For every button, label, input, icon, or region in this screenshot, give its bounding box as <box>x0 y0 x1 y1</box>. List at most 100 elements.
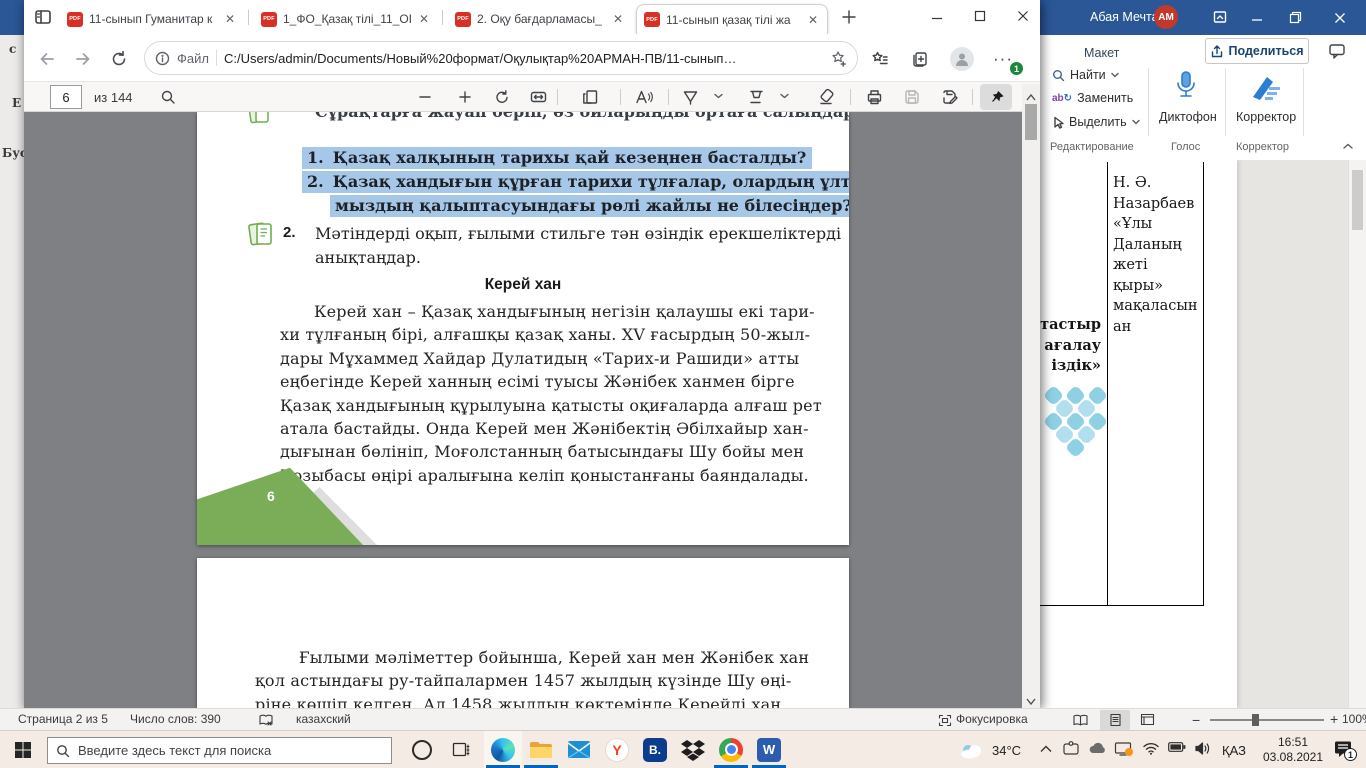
replace-button[interactable]: ab↻ Заменить <box>1052 91 1133 105</box>
pdf-page-1[interactable]: Сұрақтарға жауап беріп, өз ойларыңды орт… <box>197 112 849 545</box>
tray-cast-icon[interactable] <box>1114 741 1133 756</box>
print-layout-icon[interactable] <box>1100 710 1130 730</box>
tab-4-active[interactable]: PDF 11-сынып қазақ тілі жа ✕ <box>636 4 828 34</box>
editor-label[interactable]: Корректор <box>1236 110 1296 124</box>
word-close-button[interactable] <box>1321 0 1359 35</box>
tray-onedrive-icon[interactable] <box>1088 741 1107 755</box>
taskbar-explorer[interactable] <box>522 731 560 768</box>
highlight-icon[interactable] <box>742 84 770 110</box>
read-mode-icon[interactable] <box>1072 713 1089 727</box>
tab-close-icon[interactable]: ✕ <box>417 12 431 26</box>
tray-clock[interactable]: 16:51 03.08.2021 <box>1258 735 1328 765</box>
word-account-name[interactable]: Абая Мечта <box>1090 10 1159 24</box>
zoom-in-icon[interactable] <box>451 84 479 110</box>
tab-close-icon[interactable]: ✕ <box>806 13 820 27</box>
status-page[interactable]: Страница 2 из 5 <box>18 712 108 726</box>
tab-1[interactable]: PDF 11-сынып Гуманитар к ✕ <box>60 4 244 34</box>
draw-caret-icon[interactable] <box>714 93 723 99</box>
taskbar-search-input[interactable] <box>47 737 392 764</box>
save-icon[interactable] <box>898 84 926 110</box>
tray-language[interactable]: ҚАЗ <box>1222 743 1246 758</box>
refresh-icon[interactable] <box>106 46 132 72</box>
taskbar-word[interactable]: W <box>750 731 788 768</box>
find-button[interactable]: Найти <box>1052 68 1119 82</box>
comment-icon[interactable] <box>1328 42 1346 60</box>
tab-2[interactable]: PDF 1_ФО_Қазақ тілі_11_ОГ ✕ <box>254 4 438 34</box>
zoom-in-control[interactable]: + <box>1330 711 1338 727</box>
zoom-out-icon[interactable] <box>411 84 439 110</box>
dictate-icon[interactable] <box>1171 69 1201 112</box>
tray-wifi-icon[interactable] <box>1142 741 1160 755</box>
tray-temperature[interactable]: 34°C <box>992 743 1021 758</box>
word-scrollbar-thumb[interactable] <box>1352 170 1363 230</box>
save-as-icon[interactable] <box>936 84 964 110</box>
taskbar-yandex[interactable]: Y <box>598 731 636 768</box>
select-button[interactable]: Выделить <box>1052 115 1140 129</box>
weather-icon[interactable] <box>958 741 986 759</box>
pdf-scrollbar[interactable] <box>1022 84 1040 708</box>
rotate-icon[interactable] <box>488 84 516 110</box>
print-icon[interactable] <box>860 84 888 110</box>
browser-close-button[interactable] <box>1003 0 1043 32</box>
collections-icon[interactable] <box>907 46 933 72</box>
taskbar-chrome[interactable] <box>712 731 750 768</box>
dictate-label[interactable]: Диктофон <box>1159 110 1217 124</box>
taskbar-mail[interactable] <box>560 731 598 768</box>
status-word-count[interactable]: Число слов: 390 <box>130 712 221 726</box>
browser-maximize-button[interactable] <box>960 0 1000 32</box>
add-favorite-icon[interactable] <box>830 50 847 67</box>
word-scrollbar[interactable] <box>1348 160 1366 708</box>
ribbon-display-options-icon[interactable] <box>1212 9 1228 25</box>
tab-close-icon[interactable]: ✕ <box>611 12 625 26</box>
back-icon[interactable] <box>34 46 60 72</box>
status-focus[interactable]: Фокусировка <box>956 712 1028 726</box>
url-field[interactable]: Файл C:/Users/admin/Documents/Новый%20фо… <box>144 41 858 75</box>
page-view-icon[interactable] <box>576 84 604 110</box>
forward-icon[interactable] <box>70 46 96 72</box>
focus-icon[interactable] <box>938 714 952 727</box>
share-button[interactable]: Поделиться <box>1205 38 1309 64</box>
pdf-page-input[interactable]: 6 <box>50 85 82 109</box>
erase-icon[interactable] <box>812 84 840 110</box>
pdf-search-icon[interactable] <box>154 84 182 110</box>
word-minimize-button[interactable] <box>1241 0 1273 35</box>
tab-3[interactable]: PDF 2. Оқу бағдарламасы_ ✕ <box>448 4 632 34</box>
tab-close-icon[interactable]: ✕ <box>223 12 237 26</box>
highlight-caret-icon[interactable] <box>780 93 789 99</box>
read-aloud-icon[interactable] <box>630 84 658 110</box>
table-cell-source[interactable]: Н. Ә. Назарбаев «Ұлы Даланың жеті қыры» мақ… <box>1113 173 1199 337</box>
cortana-icon[interactable] <box>412 740 432 760</box>
vertical-tabs-icon[interactable] <box>34 8 52 26</box>
web-layout-icon[interactable] <box>1140 713 1155 726</box>
avatar[interactable]: AM <box>1154 5 1178 29</box>
favorites-hub-icon[interactable] <box>867 46 893 72</box>
fit-width-icon[interactable] <box>524 84 552 110</box>
status-language[interactable]: казахский <box>296 712 351 726</box>
word-titlebar[interactable]: Абая Мечта AM <box>1040 0 1366 35</box>
tray-tablet-icon[interactable] <box>1062 741 1080 757</box>
pin-toolbar-button[interactable] <box>980 84 1012 110</box>
new-tab-icon[interactable] <box>840 8 858 26</box>
task-view-icon[interactable] <box>452 741 470 758</box>
action-center-icon[interactable]: 1 <box>1334 740 1357 761</box>
pdf-page-2[interactable]: Ғылыми мәліметтер бойынша, Керей хан мен… <box>197 558 849 708</box>
taskbar-booking[interactable]: B. <box>636 731 674 768</box>
word-restore-button[interactable] <box>1279 0 1311 35</box>
taskbar-edge[interactable] <box>484 731 522 768</box>
zoom-slider-thumb[interactable] <box>1252 714 1259 726</box>
zoom-percentage[interactable]: 100% <box>1342 712 1366 726</box>
ribbon-tab-layout[interactable]: Макет <box>1084 46 1119 60</box>
tray-battery-icon[interactable] <box>1168 741 1186 753</box>
zoom-out-control[interactable]: − <box>1192 712 1200 728</box>
taskbar-dropbox[interactable] <box>674 731 712 768</box>
browser-minimize-button[interactable] <box>917 0 957 32</box>
profile-avatar[interactable] <box>950 47 974 71</box>
editor-icon[interactable] <box>1249 71 1283 110</box>
table-cell-task[interactable]: тастыр ағалау іздік» <box>1040 315 1101 377</box>
draw-icon[interactable] <box>676 84 704 110</box>
start-button[interactable] <box>14 741 32 764</box>
collapse-ribbon-icon[interactable] <box>1343 143 1353 150</box>
pdf-scrollbar-thumb[interactable] <box>1025 104 1037 140</box>
proofing-icon[interactable] <box>258 713 274 727</box>
zoom-slider-track[interactable] <box>1210 719 1324 721</box>
